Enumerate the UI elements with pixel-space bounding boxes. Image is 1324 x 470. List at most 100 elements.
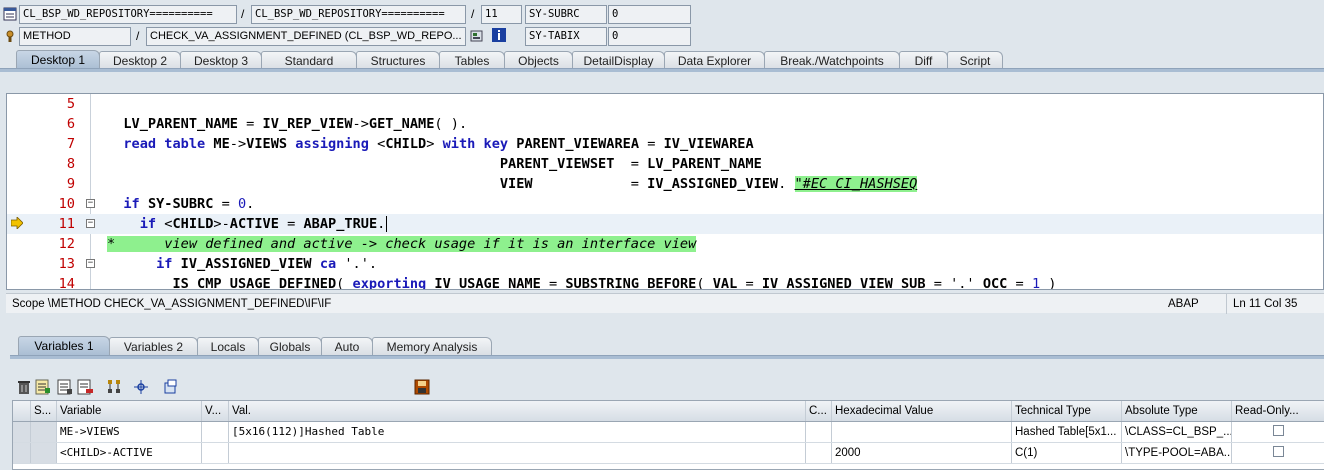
var-tab-underline <box>10 355 1324 359</box>
source-editor[interactable]: 5 6 LV_PARENT_NAME = IV_REP_VIEW->GET_NAM… <box>6 93 1324 290</box>
code-line[interactable]: 12 * view defined and active -> check usa… <box>7 234 1323 254</box>
hex-cell[interactable]: 2000 <box>832 443 1012 463</box>
tab-variables-5[interactable]: Memory Analysis <box>372 337 492 356</box>
desktop-tabbar: Desktop 1 Desktop 2 Desktop 3 Standard Struc… <box>16 48 1003 70</box>
tab-desktop-0[interactable]: Desktop 1 <box>16 50 100 70</box>
value-cell[interactable]: [5x16(112)]Hashed Table <box>229 422 806 442</box>
line-number: 13 <box>58 256 75 272</box>
read-only-checkbox[interactable] <box>1272 446 1284 458</box>
code-text: * view defined and active -> check usage… <box>107 236 697 252</box>
info-icon[interactable] <box>492 28 506 42</box>
code-text: PARENT_VIEWSET = LV_PARENT_NAME <box>499 156 762 172</box>
separator: / <box>136 29 140 43</box>
value-cell[interactable] <box>229 443 806 463</box>
code-text: read table ME->VIEWS assigning <CHILD> w… <box>123 136 754 152</box>
variable-cell[interactable]: <CHILD>-ACTIVE <box>57 443 202 463</box>
tree-icon[interactable] <box>106 379 122 395</box>
read-only-cell[interactable] <box>1232 422 1324 442</box>
method-icon <box>6 30 14 42</box>
sysvar-value-field-2[interactable]: 0 <box>608 27 691 46</box>
display-object-icon[interactable] <box>470 29 484 43</box>
v-cell[interactable] <box>202 443 229 463</box>
code-text: if <CHILD>-ACTIVE = ABAP_TRUE. <box>139 216 388 232</box>
separator: / <box>471 7 475 21</box>
save-icon[interactable] <box>414 379 430 395</box>
grid-header: S... Variable V... Val. C... Hexadecimal Valu… <box>13 401 1324 422</box>
code-text: if IV_ASSIGNED_VIEW ca '.'. <box>156 256 378 272</box>
row-selector[interactable] <box>13 422 31 442</box>
editor-status-bar: Scope \METHOD CHECK_VA_ASSIGNMENT_DEFINE… <box>6 293 1324 314</box>
line-number-field: 11 <box>481 5 522 24</box>
table-row[interactable]: ME->VIEWS [5x16(112)]Hashed Table Hashed T… <box>13 422 1324 443</box>
remove-icon[interactable] <box>77 379 93 395</box>
line-number: 11 <box>58 216 75 232</box>
absolute-type-cell[interactable]: \TYPE-POOL=ABA... <box>1122 443 1232 463</box>
absolute-type-cell[interactable]: \CLASS=CL_BSP_... <box>1122 422 1232 442</box>
code-line[interactable]: 5 <box>7 94 1323 114</box>
list-icon[interactable] <box>57 379 73 395</box>
column-header[interactable]: Absolute Type <box>1122 401 1232 421</box>
event-type-field: METHOD <box>19 27 131 46</box>
code-line[interactable]: 13 − if IV_ASSIGNED_VIEW ca '.'. <box>7 254 1323 274</box>
tab-variables-4[interactable]: Auto <box>321 337 373 356</box>
sysvar-name-field[interactable]: SY-SUBRC <box>525 5 607 24</box>
variables-tabbar: Variables 1 Variables 2 Locals Globals Auto M… <box>18 334 492 356</box>
read-only-cell[interactable] <box>1232 443 1324 463</box>
technical-type-cell[interactable]: C(1) <box>1012 443 1122 463</box>
fold-toggle-icon[interactable]: − <box>86 259 95 268</box>
sysvar-name-field-2[interactable]: SY-TABIX <box>525 27 607 46</box>
code-line[interactable]: 14 IS_CMP_USAGE_DEFINED( exporting IV_US… <box>7 274 1323 290</box>
table-row[interactable]: <CHILD>-ACTIVE 2000 C(1) \TYPE-POOL=ABA... <box>13 443 1324 464</box>
row-selector[interactable] <box>13 443 31 463</box>
line-number: 7 <box>66 136 75 152</box>
variable-cell[interactable]: ME->VIEWS <box>57 422 202 442</box>
tab-underline <box>0 68 1324 72</box>
code-line[interactable]: 10 − if SY-SUBRC = 0. <box>7 194 1323 214</box>
column-header[interactable]: Technical Type <box>1012 401 1122 421</box>
status-cell[interactable] <box>31 422 57 442</box>
language-text: ABAP <box>1168 298 1199 310</box>
read-only-checkbox[interactable] <box>1272 425 1284 437</box>
navigate-icon[interactable] <box>133 379 149 395</box>
fold-toggle-icon[interactable]: − <box>86 219 95 228</box>
line-number: 6 <box>66 116 75 132</box>
header-select-all[interactable] <box>13 401 31 421</box>
program-field-right: CL_BSP_WD_REPOSITORY========== <box>251 5 466 24</box>
c-cell[interactable] <box>806 443 832 463</box>
code-line[interactable]: 9 VIEW = IV_ASSIGNED_VIEW. "#EC CI_HASHS… <box>7 174 1323 194</box>
status-cell[interactable] <box>31 443 57 463</box>
tab-variables-0[interactable]: Variables 1 <box>18 336 110 356</box>
program-field-left: CL_BSP_WD_REPOSITORY========== <box>19 5 237 24</box>
tab-variables-3[interactable]: Globals <box>258 337 322 356</box>
hex-cell[interactable] <box>832 422 1012 442</box>
line-number: 12 <box>58 236 75 252</box>
object-icon[interactable] <box>163 379 179 395</box>
fold-toggle-icon[interactable]: − <box>86 199 95 208</box>
event-name-field: CHECK_VA_ASSIGNMENT_DEFINED (CL_BSP_WD_R… <box>146 27 466 46</box>
technical-type-cell[interactable]: Hashed Table[5x1... <box>1012 422 1122 442</box>
variables-icon[interactable] <box>35 379 51 395</box>
code-line[interactable]: 6 LV_PARENT_NAME = IV_REP_VIEW->GET_NAME… <box>7 114 1323 134</box>
column-header[interactable]: V... <box>202 401 229 421</box>
column-header[interactable]: C... <box>806 401 832 421</box>
delete-icon[interactable] <box>16 379 32 395</box>
column-header[interactable]: Val. <box>229 401 806 421</box>
column-header[interactable]: Variable <box>57 401 202 421</box>
tab-variables-1[interactable]: Variables 2 <box>109 337 198 356</box>
code-line[interactable]: 7 read table ME->VIEWS assigning <CHILD>… <box>7 134 1323 154</box>
line-number: 14 <box>58 276 75 290</box>
c-cell[interactable] <box>806 422 832 442</box>
column-header[interactable]: Read-Only... <box>1232 401 1324 421</box>
program-icon <box>3 7 17 21</box>
line-number: 10 <box>58 196 75 212</box>
tab-variables-2[interactable]: Locals <box>197 337 259 356</box>
sysvar-value-field[interactable]: 0 <box>608 5 691 24</box>
separator: / <box>241 7 245 21</box>
code-text: IS_CMP_USAGE_DEFINED( exporting IV_USAGE… <box>172 276 1057 290</box>
v-cell[interactable] <box>202 422 229 442</box>
line-number: 8 <box>66 156 75 172</box>
column-header[interactable]: Hexadecimal Value <box>832 401 1012 421</box>
column-header[interactable]: S... <box>31 401 57 421</box>
code-line[interactable]: 11 − if <CHILD>-ACTIVE = ABAP_TRUE. <box>7 214 1323 234</box>
code-line[interactable]: 8 PARENT_VIEWSET = LV_PARENT_NAME <box>7 154 1323 174</box>
